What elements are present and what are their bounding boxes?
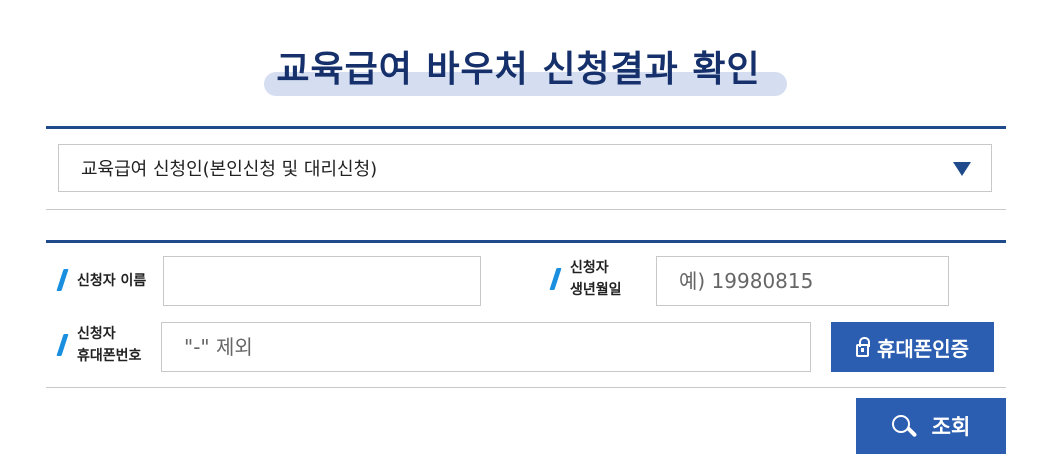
title-wrap: 교육급여 바우처 신청결과 확인 bbox=[0, 40, 1037, 92]
slash-marker-icon bbox=[56, 269, 69, 291]
lock-icon bbox=[856, 336, 870, 357]
form-top-divider bbox=[46, 240, 1006, 243]
search-button[interactable]: 조회 bbox=[856, 398, 1006, 454]
phone-label: 신청자 휴대폰번호 bbox=[56, 323, 142, 367]
top-divider bbox=[46, 126, 1006, 129]
name-label-text: 신청자 이름 bbox=[77, 273, 147, 289]
page-title: 교육급여 바우처 신청결과 확인 bbox=[276, 49, 761, 90]
phone-input[interactable] bbox=[161, 322, 811, 372]
birth-label-line1: 신청자 bbox=[570, 260, 609, 276]
dropdown-arrow-icon bbox=[953, 162, 971, 176]
form-bottom-divider bbox=[46, 387, 1006, 388]
phone-label-line2: 휴대폰번호 bbox=[77, 348, 142, 364]
select-divider bbox=[46, 209, 1006, 210]
search-button-label: 조회 bbox=[931, 415, 971, 439]
applicant-type-select[interactable]: 교육급여 신청인(본인신청 및 대리신청) bbox=[58, 144, 992, 192]
name-label: 신청자 이름 bbox=[56, 269, 147, 291]
search-icon bbox=[891, 415, 917, 438]
applicant-type-selected: 교육급여 신청인(본인신청 및 대리신청) bbox=[81, 159, 378, 180]
phone-verify-button[interactable]: 휴대폰인증 bbox=[831, 322, 994, 372]
slash-marker-icon bbox=[56, 334, 69, 356]
name-input[interactable] bbox=[163, 256, 481, 306]
phone-label-line1: 신청자 bbox=[77, 326, 116, 342]
slash-marker-icon bbox=[549, 268, 562, 290]
phone-verify-label: 휴대폰인증 bbox=[877, 336, 969, 361]
birth-label: 신청자 생년월일 bbox=[549, 257, 622, 301]
birth-label-line2: 생년월일 bbox=[570, 282, 622, 298]
birth-date-input[interactable] bbox=[656, 256, 949, 306]
